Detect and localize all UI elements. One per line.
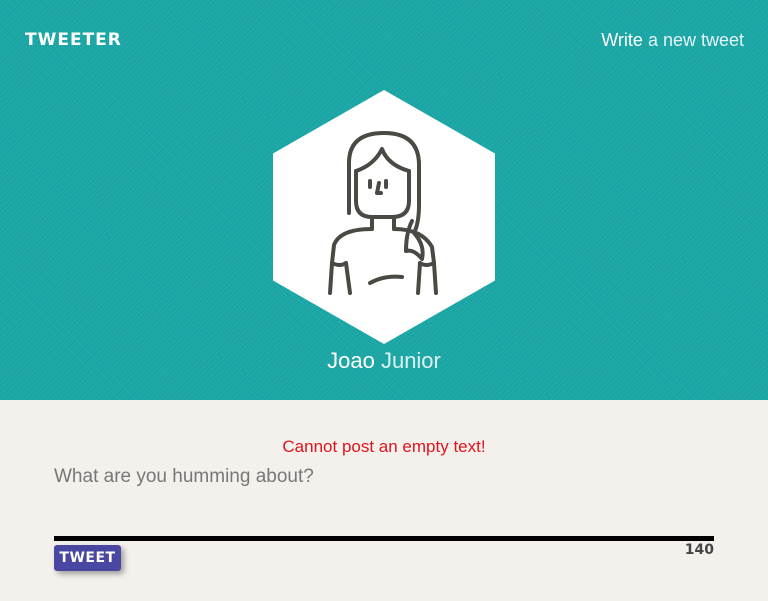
error-message: Cannot post an empty text! [282,437,486,456]
user-avatar-icon [328,131,438,295]
character-counter: 140 [684,542,714,558]
profile-name: Joao Junior [0,348,768,374]
profile-first-name: Joao [327,348,375,373]
profile-header: TWEETER Write a new tweet Joao Junior [0,0,768,400]
profile-last-name: Junior [380,348,441,373]
write-link-rest: a new tweet [642,30,744,50]
tweet-input[interactable] [54,466,714,536]
write-new-tweet-link[interactable]: Write a new tweet [601,30,744,51]
tweet-button[interactable]: TWEET [54,545,121,571]
brand-logo[interactable]: TWEETER [25,30,122,50]
write-link-bold: Write [601,30,643,50]
input-underline [54,536,714,541]
